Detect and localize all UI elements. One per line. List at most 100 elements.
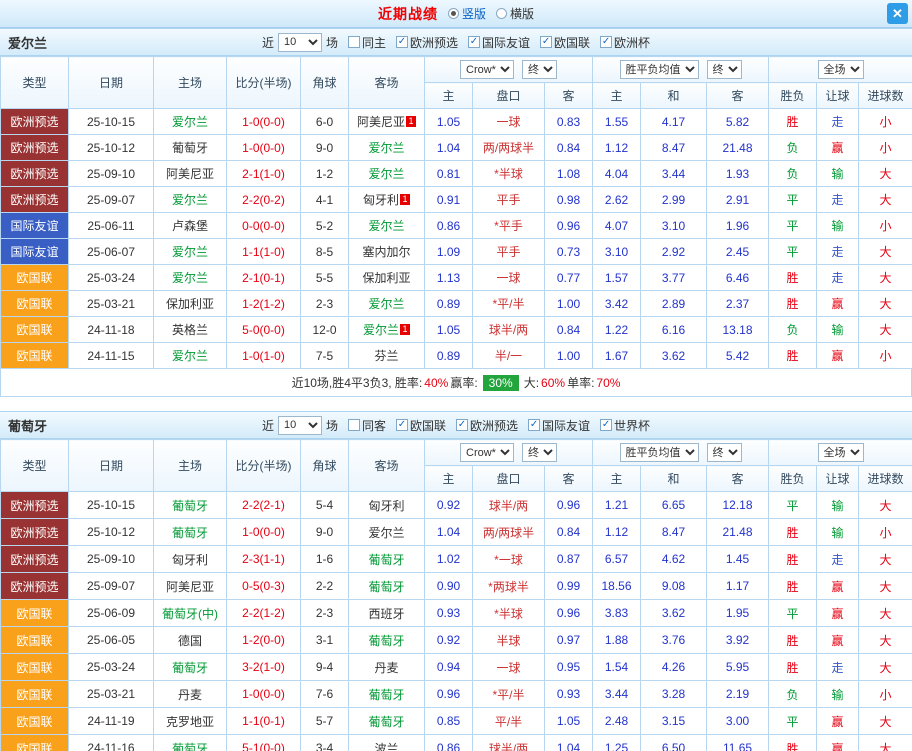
result-goals: 大	[859, 239, 912, 265]
away-team-name: 爱尔兰	[368, 167, 404, 181]
result-goals: 小	[859, 343, 912, 369]
col-header: 客场	[349, 57, 425, 109]
odds-source-select-cell: Crow* 终	[425, 440, 593, 466]
checkbox-icon[interactable]: ✓	[540, 36, 552, 48]
scope-select[interactable]: 全场	[818, 60, 864, 79]
home-team-name: 爱尔兰	[172, 349, 208, 363]
checkbox-icon[interactable]: ✓	[468, 36, 480, 48]
handicap-line: 半球	[473, 627, 545, 654]
corner-score: 1-2	[301, 161, 349, 187]
away-team-name: 保加利亚	[362, 271, 410, 285]
result-handicap: 输	[817, 681, 859, 708]
filter-prefix-label: 近	[262, 34, 274, 51]
odds-source-select[interactable]: 终	[522, 60, 557, 79]
scope-select-cell: 全场	[769, 440, 912, 466]
filter-checkbox-同主[interactable]: 同主	[348, 34, 386, 51]
avg-odds-select[interactable]: 终	[707, 443, 742, 462]
avg-away-odds: 1.95	[707, 600, 769, 627]
corner-score: 6-0	[301, 109, 349, 135]
scope-select[interactable]: 全场	[818, 443, 864, 462]
avg-odds-select[interactable]: 终	[707, 60, 742, 79]
avg-home-odds: 1.22	[593, 317, 641, 343]
summary-text: 近10场,胜4平3负3, 胜率:	[292, 374, 423, 391]
home-team: 爱尔兰	[154, 187, 227, 213]
home-team-name: 葡萄牙	[172, 499, 208, 513]
close-button[interactable]: ✕	[887, 3, 908, 24]
filter-checkbox-欧洲杯[interactable]: ✓欧洲杯	[600, 34, 650, 51]
handicap-away-odds: 0.95	[545, 654, 593, 681]
radio-selected-icon[interactable]	[448, 8, 459, 19]
filter-checkbox-国际友谊[interactable]: ✓国际友谊	[528, 417, 590, 434]
layout-horizontal-radio[interactable]: 横版	[496, 5, 534, 22]
handicap-home-odds: 0.96	[425, 681, 473, 708]
home-team-name: 阿美尼亚	[166, 167, 214, 181]
corner-score: 8-5	[301, 239, 349, 265]
handicap-line: 两/两球半	[473, 135, 545, 161]
match-row: 国际友谊25-06-07爱尔兰1-1(1-0)8-5塞内加尔1.09平手0.73…	[1, 239, 912, 265]
match-row: 欧洲预选25-10-12葡萄牙1-0(0-0)9-0爱尔兰1.04两/两球半0.…	[1, 519, 912, 546]
handicap-home-odds: 1.13	[425, 265, 473, 291]
result-handicap: 输	[817, 213, 859, 239]
result-goals: 大	[859, 735, 912, 751]
result-goals: 小	[859, 519, 912, 546]
home-team: 葡萄牙	[154, 735, 227, 751]
result-wdl: 胜	[769, 109, 817, 135]
handicap-away-odds: 0.96	[545, 492, 593, 519]
match-type: 国际友谊	[1, 239, 69, 265]
match-row: 欧洲预选25-09-07阿美尼亚0-5(0-3)2-2葡萄牙0.90*两球半0.…	[1, 573, 912, 600]
page-title: 近期战绩	[378, 4, 438, 24]
filter-checkbox-欧洲预选[interactable]: ✓欧洲预选	[396, 34, 458, 51]
checkbox-icon[interactable]	[348, 419, 360, 431]
filter-checkbox-国际友谊[interactable]: ✓国际友谊	[468, 34, 530, 51]
filter-bar: 近10场同主✓欧洲预选✓国际友谊✓欧国联✓欧洲杯	[262, 33, 650, 52]
filter-checkbox-欧国联[interactable]: ✓欧国联	[540, 34, 590, 51]
result-wdl: 胜	[769, 343, 817, 369]
match-type: 欧洲预选	[1, 573, 69, 600]
checkbox-icon[interactable]: ✓	[600, 419, 612, 431]
checkbox-icon[interactable]: ✓	[396, 36, 408, 48]
score: 2-3(1-1)	[227, 546, 301, 573]
layout-vertical-label: 竖版	[462, 5, 486, 22]
checkbox-icon[interactable]	[348, 36, 360, 48]
red-card-badge: 1	[406, 116, 416, 127]
away-team: 丹麦	[349, 654, 425, 681]
avg-draw-odds: 6.50	[641, 735, 707, 751]
avg-odds-select[interactable]: 胜平负均值	[620, 60, 699, 79]
avg-odds-select[interactable]: 胜平负均值	[620, 443, 699, 462]
checkbox-icon[interactable]: ✓	[396, 419, 408, 431]
filter-checkbox-同客[interactable]: 同客	[348, 417, 386, 434]
odds-source-select[interactable]: Crow*	[460, 443, 514, 462]
away-team-name: 芬兰	[374, 349, 398, 363]
handicap-away-odds: 1.05	[545, 708, 593, 735]
filter-checkbox-欧国联[interactable]: ✓欧国联	[396, 417, 446, 434]
filter-label: 欧国联	[554, 34, 590, 51]
avg-home-odds: 18.56	[593, 573, 641, 600]
away-team-name: 丹麦	[374, 661, 398, 675]
odds-source-select[interactable]: Crow*	[460, 60, 514, 79]
avg-home-odds: 1.55	[593, 109, 641, 135]
match-count-select[interactable]: 10	[278, 416, 322, 435]
checkbox-icon[interactable]: ✓	[528, 419, 540, 431]
score: 2-2(1-2)	[227, 600, 301, 627]
checkbox-icon[interactable]: ✓	[600, 36, 612, 48]
match-count-select[interactable]: 10	[278, 33, 322, 52]
layout-vertical-radio[interactable]: 竖版	[448, 5, 486, 22]
avg-away-odds: 5.82	[707, 109, 769, 135]
match-row: 欧国联24-11-18英格兰5-0(0-0)12-0爱尔兰11.05球半/两0.…	[1, 317, 912, 343]
radio-unselected-icon[interactable]	[496, 8, 507, 19]
handicap-home-odds: 0.85	[425, 708, 473, 735]
match-date: 24-11-18	[69, 317, 154, 343]
match-date: 24-11-19	[69, 708, 154, 735]
odds-source-select[interactable]: 终	[522, 443, 557, 462]
match-date: 25-10-15	[69, 109, 154, 135]
col-header: 比分(半场)	[227, 440, 301, 492]
avg-draw-odds: 6.16	[641, 317, 707, 343]
home-team: 德国	[154, 627, 227, 654]
filter-checkbox-世界杯[interactable]: ✓世界杯	[600, 417, 650, 434]
filter-checkbox-欧洲预选[interactable]: ✓欧洲预选	[456, 417, 518, 434]
handicap-home-odds: 0.90	[425, 573, 473, 600]
checkbox-icon[interactable]: ✓	[456, 419, 468, 431]
away-team: 爱尔兰1	[349, 317, 425, 343]
result-wdl: 平	[769, 600, 817, 627]
avg-away-odds: 6.46	[707, 265, 769, 291]
